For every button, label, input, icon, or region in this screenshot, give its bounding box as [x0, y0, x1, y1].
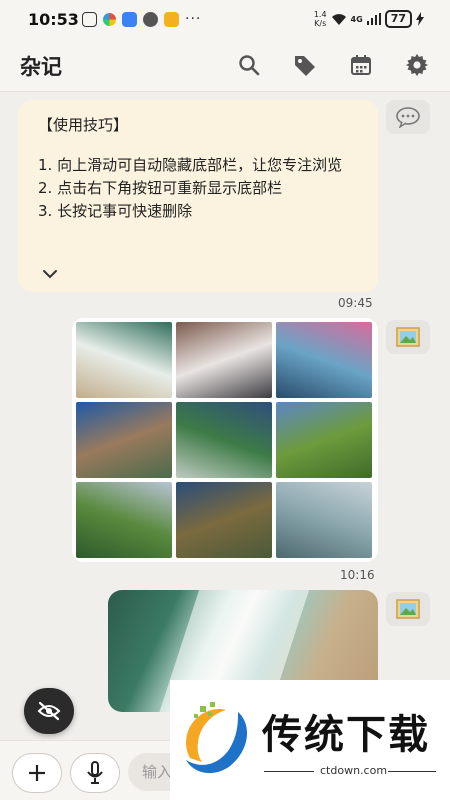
more-notifications-icon: ···: [185, 11, 202, 27]
weather-icon: [164, 11, 179, 27]
network-type: 4G: [350, 14, 363, 24]
tag-button[interactable]: [292, 52, 318, 78]
battery-indicator: 77: [384, 10, 412, 28]
beach-aerial-image[interactable]: [76, 322, 172, 398]
picture-icon: [396, 599, 420, 619]
system-icons: 1.4 K/s 4G 77: [314, 10, 424, 28]
island-church-image[interactable]: [176, 402, 272, 478]
watermark-divider-right: [388, 771, 436, 772]
status-time: 10:53: [28, 10, 79, 29]
network-speed: 1.4 K/s: [313, 10, 327, 28]
watermark-domain: ctdown.com: [320, 764, 388, 777]
cherry-blossom-lake-image[interactable]: [276, 322, 372, 398]
wifi-icon: [331, 13, 346, 25]
coastal-peaks-image[interactable]: [176, 482, 272, 558]
expand-note-button[interactable]: [40, 264, 60, 284]
picture-icon: [396, 327, 420, 347]
alpine-village-image[interactable]: [76, 482, 172, 558]
gallery-timestamp: 10:16: [340, 568, 375, 582]
tips-note-card[interactable]: 【使用技巧】 1. 向上滑动可自动隐藏底部栏，让您专注浏览 2. 点击右下角按钮…: [18, 100, 378, 292]
search-button[interactable]: [236, 52, 262, 78]
settings-button[interactable]: [404, 52, 430, 78]
note-timestamp: 09:45: [338, 296, 373, 310]
eye-app-icon: [143, 11, 158, 27]
status-bar: 10:53 ··· 1.4 K/s 4G 77: [0, 0, 450, 40]
ctdown-logo-icon: [186, 702, 248, 774]
signal-icon: [366, 13, 381, 25]
note-line-3: 3. 长按记事可快速删除: [38, 202, 193, 220]
app-title: 杂记: [20, 55, 62, 79]
calendar-button[interactable]: [348, 52, 374, 78]
app-icon: [103, 12, 116, 26]
search-icon: [239, 55, 260, 76]
watermark-divider-left: [264, 771, 314, 772]
app-bar: 杂记: [0, 40, 450, 92]
add-button[interactable]: [12, 753, 62, 793]
eye-off-icon: [37, 701, 61, 721]
waterfall-cliff-image[interactable]: [276, 402, 372, 478]
calendar-icon: [351, 55, 371, 75]
note-line-2: 2. 点击右下角按钮可重新显示底部栏: [38, 179, 283, 197]
big-image-button[interactable]: [386, 592, 430, 626]
tag-icon: [295, 56, 315, 76]
toggle-bottom-bar-button[interactable]: [24, 688, 74, 734]
gear-icon: [406, 54, 428, 76]
microphone-icon: [87, 761, 103, 784]
message-icon: [122, 11, 137, 27]
niagara-falls-image[interactable]: [276, 482, 372, 558]
snowy-mountain-image[interactable]: [176, 322, 272, 398]
voice-input-button[interactable]: [70, 753, 120, 793]
comment-button[interactable]: [386, 100, 430, 134]
charging-icon: [416, 12, 424, 26]
comment-icon: [396, 107, 420, 128]
note-title: 【使用技巧】: [38, 116, 129, 134]
rock-valley-image[interactable]: [76, 402, 172, 478]
watermark-overlay: 传统下载 ctdown.com: [170, 680, 450, 800]
gallery-image-button[interactable]: [386, 320, 430, 354]
plus-icon: [29, 765, 45, 781]
image-gallery[interactable]: [72, 318, 378, 562]
note-line-1: 1. 向上滑动可自动隐藏底部栏，让您专注浏览: [38, 156, 343, 174]
chevron-down-icon: [43, 270, 57, 279]
vpn-icon: [82, 11, 97, 27]
notification-icons: ···: [82, 11, 201, 27]
watermark-text: 传统下载: [262, 712, 430, 758]
